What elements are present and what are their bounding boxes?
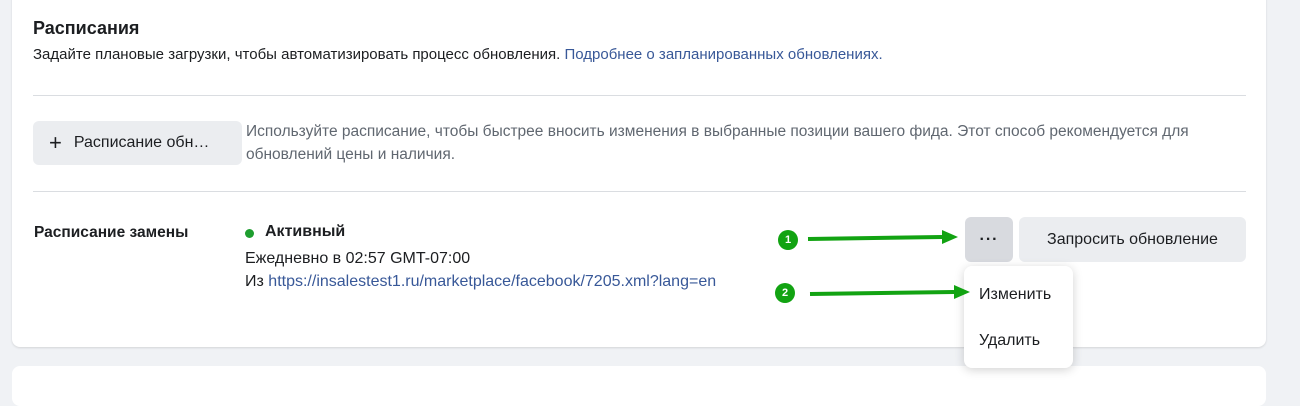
schedule-source: Из https://insalestest1.ru/marketplace/f… <box>245 273 716 291</box>
annotation-badge-2: 2 <box>775 283 795 303</box>
more-dots-icon: ··· <box>979 230 999 248</box>
replacement-schedule-label: Расписание замены <box>34 224 189 241</box>
add-schedule-button[interactable]: + Расписание обн… <box>33 121 242 165</box>
annotation-arrow-2-icon <box>809 285 970 299</box>
options-menu: Изменить Удалить <box>964 266 1073 368</box>
source-prefix: Из <box>245 273 264 290</box>
status-dot-icon <box>245 229 254 238</box>
annotation-arrow-1-icon <box>807 230 958 244</box>
annotation-badge-1: 1 <box>778 230 798 250</box>
more-options-button[interactable]: ··· <box>965 217 1013 262</box>
menu-item-edit[interactable]: Изменить <box>979 286 1051 304</box>
status-text: Активный <box>265 223 346 240</box>
plus-icon: + <box>49 130 62 155</box>
add-schedule-label: Расписание обн… <box>73 134 210 151</box>
schedule-frequency: Ежедневно в 02:57 GMT-07:00 <box>245 250 471 267</box>
learn-more-link[interactable]: Подробнее о запланированных обновлениях. <box>564 46 882 63</box>
source-url-link[interactable]: https://insalestest1.ru/marketplace/face… <box>268 273 716 290</box>
subtitle-text: Задайте плановые загрузки, чтобы автомат… <box>33 46 561 63</box>
section-title: Расписания <box>33 18 140 38</box>
divider <box>33 191 1246 192</box>
divider <box>33 95 1246 96</box>
request-update-button[interactable]: Запросить обновление <box>1019 217 1246 262</box>
next-card <box>12 366 1266 406</box>
menu-item-delete[interactable]: Удалить <box>979 332 1040 350</box>
section-subtitle: Задайте плановые загрузки, чтобы автомат… <box>33 46 883 63</box>
schedule-hint: Используйте расписание, чтобы быстрее вн… <box>246 123 1189 163</box>
